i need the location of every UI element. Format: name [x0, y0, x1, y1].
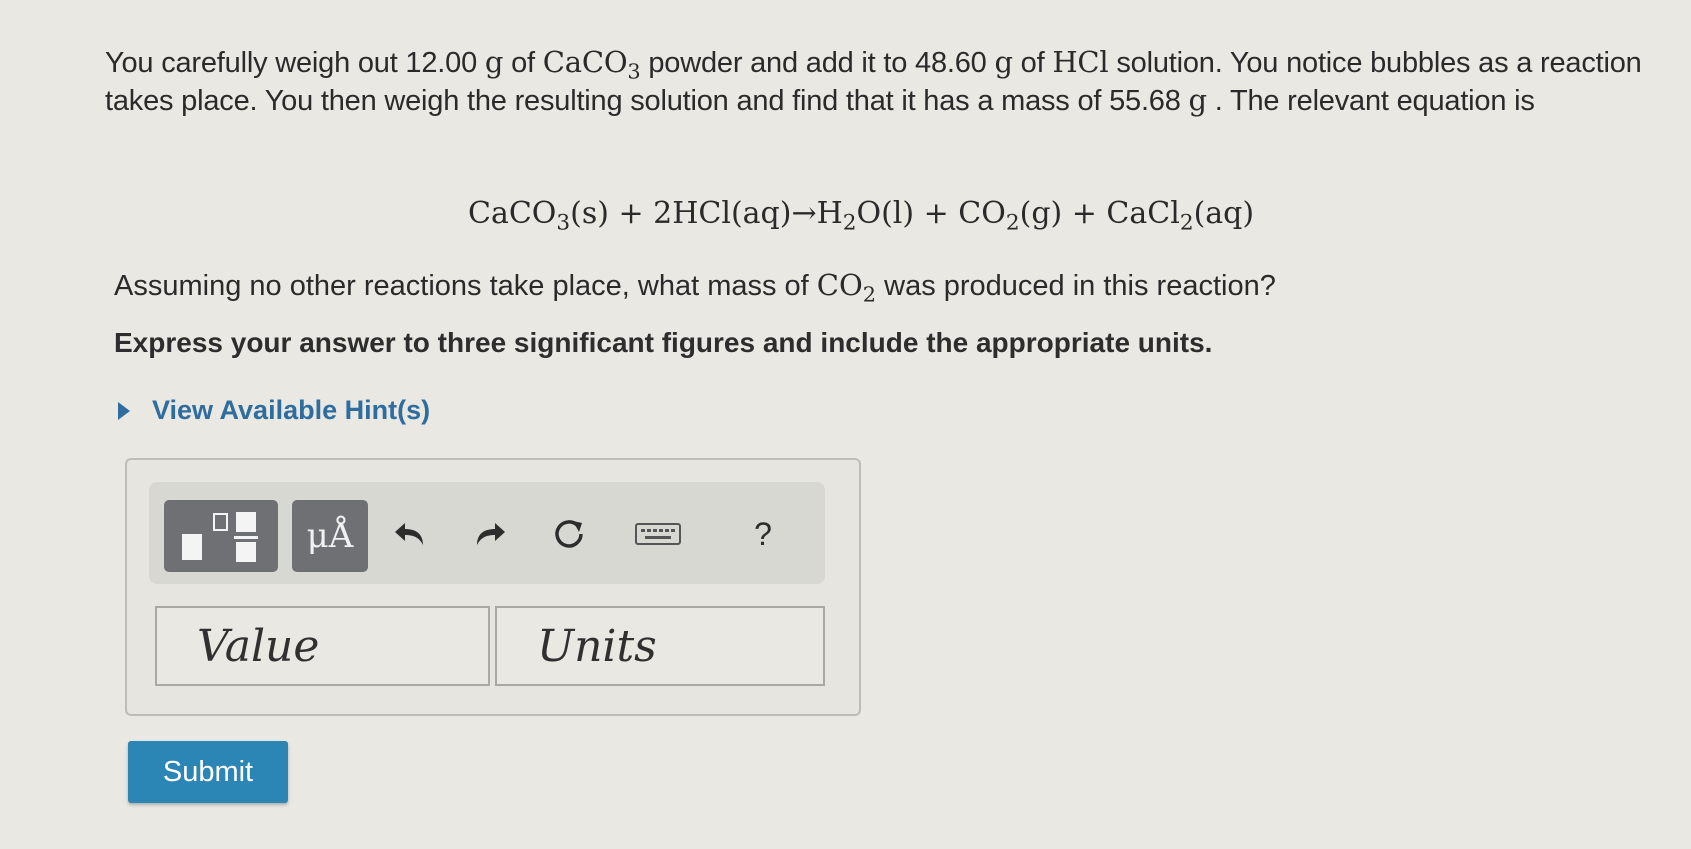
- view-hints-toggle[interactable]: View Available Hint(s): [118, 395, 430, 426]
- expand-triangle-icon: [118, 401, 130, 420]
- problem-statement: You carefully weigh out 12.00 g of CaCO3…: [105, 44, 1645, 120]
- unit-gram: g: [484, 45, 504, 79]
- answer-instruction: Express your answer to three significant…: [114, 327, 1213, 358]
- formula-co2: CO2: [816, 268, 877, 307]
- formula-caco3: CaCO3: [542, 45, 641, 84]
- help-button[interactable]: ?: [741, 512, 785, 556]
- unit-gram: g: [1188, 83, 1208, 117]
- undo-icon[interactable]: [389, 512, 433, 556]
- equation-toolbar: μÅ ?: [149, 482, 825, 584]
- value-input[interactable]: Value: [155, 606, 490, 686]
- templates-button[interactable]: [164, 500, 278, 572]
- reset-icon[interactable]: [547, 512, 591, 556]
- answer-panel: μÅ ? Value Units: [125, 458, 861, 716]
- problem-text: of: [1012, 47, 1053, 79]
- unit-gram: g: [994, 45, 1013, 79]
- units-input[interactable]: Units: [495, 606, 825, 686]
- hint-label: View Available Hint(s): [152, 395, 431, 425]
- question-text: Assuming no other reactions take place, …: [114, 268, 1276, 307]
- problem-text: . The relevant equation is: [1206, 85, 1535, 117]
- chemical-equation: CaCO3(s) + 2HCl(aq)→H2O(l) + CO2(g) + Ca…: [468, 196, 1255, 236]
- problem-text: of: [503, 47, 543, 79]
- fraction-template-icon: [182, 512, 258, 562]
- redo-icon[interactable]: [467, 512, 511, 556]
- submit-button[interactable]: Submit: [128, 741, 288, 803]
- formula-hcl: HCl: [1052, 45, 1109, 79]
- problem-text: powder and add it to 48.60: [640, 47, 995, 79]
- units-button[interactable]: μÅ: [292, 500, 368, 572]
- problem-text: You carefully weigh out 12.00: [105, 47, 485, 79]
- keyboard-icon[interactable]: [633, 512, 683, 556]
